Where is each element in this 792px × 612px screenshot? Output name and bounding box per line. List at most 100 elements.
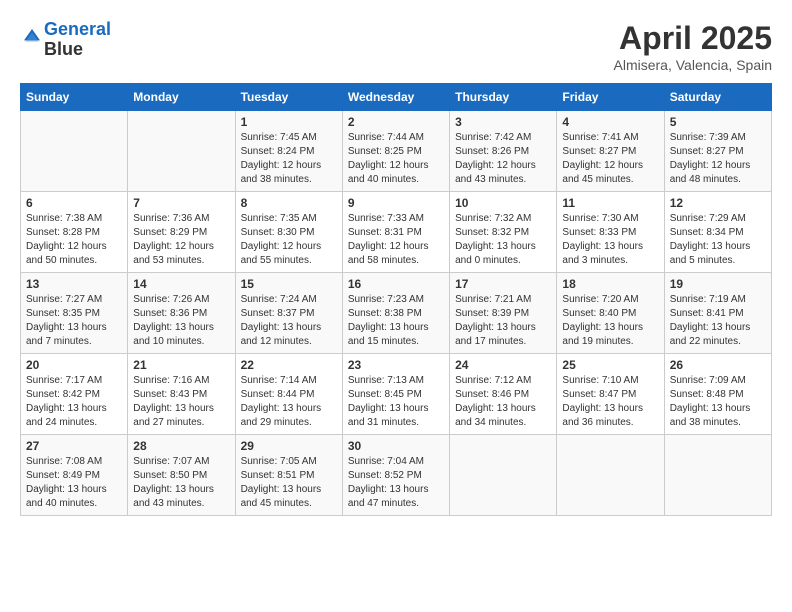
day-number: 10	[455, 196, 551, 210]
day-info: Sunrise: 7:08 AMSunset: 8:49 PMDaylight:…	[26, 455, 122, 511]
day-info: Sunrise: 7:14 AMSunset: 8:44 PMDaylight:…	[241, 374, 337, 430]
day-info: Sunrise: 7:23 AMSunset: 8:38 PMDaylight:…	[348, 293, 444, 349]
day-cell: 6 Sunrise: 7:38 AMSunset: 8:28 PMDaylight…	[21, 192, 128, 273]
day-info: Sunrise: 7:13 AMSunset: 8:45 PMDaylight:…	[348, 374, 444, 430]
day-number: 17	[455, 277, 551, 291]
day-cell: 18 Sunrise: 7:20 AMSunset: 8:40 PMDayligh…	[557, 273, 664, 354]
day-cell: 24 Sunrise: 7:12 AMSunset: 8:46 PMDayligh…	[450, 354, 557, 435]
day-cell: 4 Sunrise: 7:41 AMSunset: 8:27 PMDaylight…	[557, 111, 664, 192]
day-info: Sunrise: 7:17 AMSunset: 8:42 PMDaylight:…	[26, 374, 122, 430]
week-row-3: 13 Sunrise: 7:27 AMSunset: 8:35 PMDayligh…	[21, 273, 772, 354]
day-number: 15	[241, 277, 337, 291]
header-tuesday: Tuesday	[235, 84, 342, 111]
day-number: 7	[133, 196, 229, 210]
logo-line1: General	[44, 19, 111, 39]
day-info: Sunrise: 7:09 AMSunset: 8:48 PMDaylight:…	[670, 374, 766, 430]
day-cell: 26 Sunrise: 7:09 AMSunset: 8:48 PMDayligh…	[664, 354, 771, 435]
day-cell: 17 Sunrise: 7:21 AMSunset: 8:39 PMDayligh…	[450, 273, 557, 354]
day-cell: 29 Sunrise: 7:05 AMSunset: 8:51 PMDayligh…	[235, 435, 342, 516]
day-cell	[664, 435, 771, 516]
day-number: 11	[562, 196, 658, 210]
day-info: Sunrise: 7:20 AMSunset: 8:40 PMDaylight:…	[562, 293, 658, 349]
day-cell: 10Sunrise: 7:32 AMSunset: 8:32 PMDayligh…	[450, 192, 557, 273]
day-cell: 25 Sunrise: 7:10 AMSunset: 8:47 PMDayligh…	[557, 354, 664, 435]
day-info: Sunrise: 7:12 AMSunset: 8:46 PMDaylight:…	[455, 374, 551, 430]
day-number: 14	[133, 277, 229, 291]
calendar-header: SundayMondayTuesdayWednesdayThursdayFrid…	[21, 84, 772, 111]
week-row-1: 1 Sunrise: 7:45 AMSunset: 8:24 PMDaylight…	[21, 111, 772, 192]
day-cell: 5 Sunrise: 7:39 AMSunset: 8:27 PMDaylight…	[664, 111, 771, 192]
calendar-table: SundayMondayTuesdayWednesdayThursdayFrid…	[20, 83, 772, 516]
day-info: Sunrise: 7:27 AMSunset: 8:35 PMDaylight:…	[26, 293, 122, 349]
day-cell: 2Sunrise: 7:44 AMSunset: 8:25 PMDaylight…	[342, 111, 449, 192]
day-cell: 20 Sunrise: 7:17 AMSunset: 8:42 PMDayligh…	[21, 354, 128, 435]
day-number: 5	[670, 115, 766, 129]
day-info: Sunrise: 7:24 AMSunset: 8:37 PMDaylight:…	[241, 293, 337, 349]
day-number: 26	[670, 358, 766, 372]
day-info: Sunrise: 7:21 AMSunset: 8:39 PMDaylight:…	[455, 293, 551, 349]
day-cell: 15 Sunrise: 7:24 AMSunset: 8:37 PMDayligh…	[235, 273, 342, 354]
day-cell	[21, 111, 128, 192]
day-info: Sunrise: 7:33 AMSunset: 8:31 PMDaylight:…	[348, 212, 444, 268]
day-cell: 1 Sunrise: 7:45 AMSunset: 8:24 PMDaylight…	[235, 111, 342, 192]
day-number: 18	[562, 277, 658, 291]
day-info: Sunrise: 7:07 AMSunset: 8:50 PMDaylight:…	[133, 455, 229, 511]
day-number: 21	[133, 358, 229, 372]
day-number: 12	[670, 196, 766, 210]
day-cell: 3Sunrise: 7:42 AMSunset: 8:26 PMDaylight…	[450, 111, 557, 192]
day-number: 13	[26, 277, 122, 291]
day-cell: 12 Sunrise: 7:29 AMSunset: 8:34 PMDayligh…	[664, 192, 771, 273]
day-cell	[128, 111, 235, 192]
day-info: Sunrise: 7:45 AMSunset: 8:24 PMDaylight:…	[241, 131, 337, 187]
day-info: Sunrise: 7:19 AMSunset: 8:41 PMDaylight:…	[670, 293, 766, 349]
header-thursday: Thursday	[450, 84, 557, 111]
day-info: Sunrise: 7:39 AMSunset: 8:27 PMDaylight:…	[670, 131, 766, 187]
day-number: 3	[455, 115, 551, 129]
header-monday: Monday	[128, 84, 235, 111]
day-number: 25	[562, 358, 658, 372]
day-cell: 9Sunrise: 7:33 AMSunset: 8:31 PMDaylight…	[342, 192, 449, 273]
day-info: Sunrise: 7:35 AMSunset: 8:30 PMDaylight:…	[241, 212, 337, 268]
day-info: Sunrise: 7:29 AMSunset: 8:34 PMDaylight:…	[670, 212, 766, 268]
day-cell: 14 Sunrise: 7:26 AMSunset: 8:36 PMDayligh…	[128, 273, 235, 354]
title-block: April 2025 Almisera, Valencia, Spain	[614, 20, 772, 73]
header-friday: Friday	[557, 84, 664, 111]
day-info: Sunrise: 7:05 AMSunset: 8:51 PMDaylight:…	[241, 455, 337, 511]
day-number: 2	[348, 115, 444, 129]
day-info: Sunrise: 7:10 AMSunset: 8:47 PMDaylight:…	[562, 374, 658, 430]
day-cell: 23Sunrise: 7:13 AMSunset: 8:45 PMDayligh…	[342, 354, 449, 435]
day-number: 4	[562, 115, 658, 129]
day-info: Sunrise: 7:04 AMSunset: 8:52 PMDaylight:…	[348, 455, 444, 511]
day-info: Sunrise: 7:26 AMSunset: 8:36 PMDaylight:…	[133, 293, 229, 349]
day-number: 22	[241, 358, 337, 372]
day-number: 19	[670, 277, 766, 291]
day-cell: 30 Sunrise: 7:04 AMSunset: 8:52 PMDayligh…	[342, 435, 449, 516]
header-row: SundayMondayTuesdayWednesdayThursdayFrid…	[21, 84, 772, 111]
week-row-2: 6 Sunrise: 7:38 AMSunset: 8:28 PMDaylight…	[21, 192, 772, 273]
logo-icon	[22, 27, 42, 47]
day-number: 29	[241, 439, 337, 453]
day-number: 20	[26, 358, 122, 372]
day-number: 1	[241, 115, 337, 129]
logo-line2: Blue	[44, 40, 111, 60]
calendar-body: 1 Sunrise: 7:45 AMSunset: 8:24 PMDaylight…	[21, 111, 772, 516]
day-cell: 21Sunrise: 7:16 AMSunset: 8:43 PMDayligh…	[128, 354, 235, 435]
day-cell: 11Sunrise: 7:30 AMSunset: 8:33 PMDayligh…	[557, 192, 664, 273]
day-cell: 27 Sunrise: 7:08 AMSunset: 8:49 PMDayligh…	[21, 435, 128, 516]
header-sunday: Sunday	[21, 84, 128, 111]
header-saturday: Saturday	[664, 84, 771, 111]
month-title: April 2025	[614, 20, 772, 57]
day-number: 24	[455, 358, 551, 372]
day-number: 27	[26, 439, 122, 453]
day-cell: 7 Sunrise: 7:36 AMSunset: 8:29 PMDaylight…	[128, 192, 235, 273]
week-row-5: 27 Sunrise: 7:08 AMSunset: 8:49 PMDayligh…	[21, 435, 772, 516]
day-number: 16	[348, 277, 444, 291]
day-number: 6	[26, 196, 122, 210]
day-info: Sunrise: 7:38 AMSunset: 8:28 PMDaylight:…	[26, 212, 122, 268]
day-number: 30	[348, 439, 444, 453]
day-info: Sunrise: 7:41 AMSunset: 8:27 PMDaylight:…	[562, 131, 658, 187]
page-header: General Blue April 2025 Almisera, Valenc…	[20, 20, 772, 73]
header-wednesday: Wednesday	[342, 84, 449, 111]
day-info: Sunrise: 7:36 AMSunset: 8:29 PMDaylight:…	[133, 212, 229, 268]
day-cell	[557, 435, 664, 516]
